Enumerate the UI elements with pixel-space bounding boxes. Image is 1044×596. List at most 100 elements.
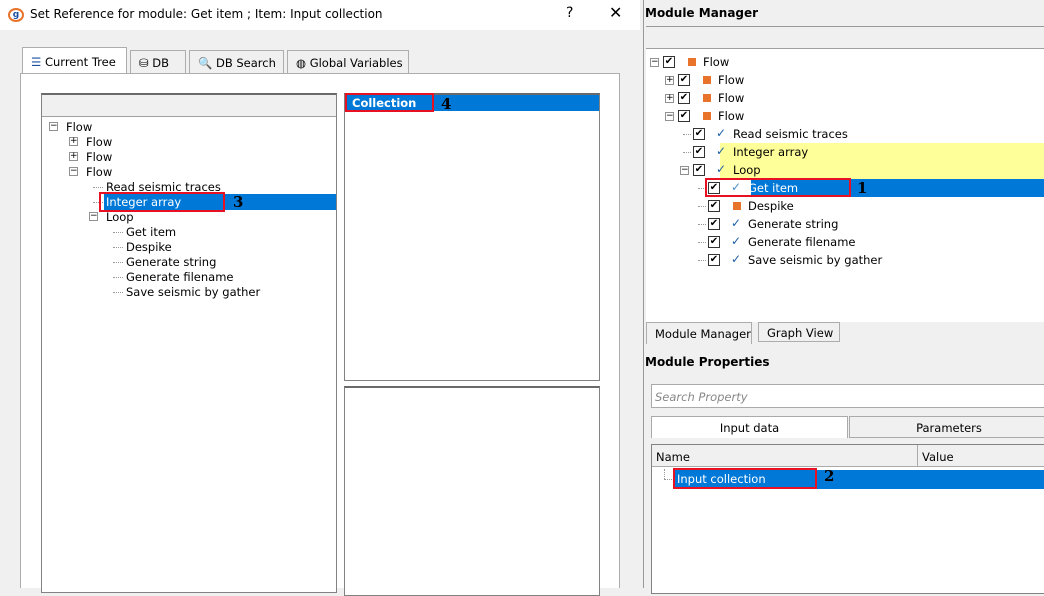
tree-item[interactable]: Flow [64,119,92,135]
module-tree-item[interactable]: Save seismic by gather [748,252,882,268]
annotation-number-1: 1 [857,179,868,197]
tab-parameters[interactable]: Parameters [849,416,1044,438]
collection-list[interactable]: Collection [344,93,600,381]
checkmark-icon: ✓ [716,144,727,158]
column-header-value[interactable]: Value [918,445,1044,467]
checkbox[interactable]: ✔ [678,110,690,122]
module-tree-item[interactable]: Flow [718,90,744,106]
module-tree-item[interactable]: Read seismic traces [733,126,848,142]
module-tree-item[interactable]: Flow [703,54,729,70]
tree-item[interactable]: Save seismic by gather [124,284,260,300]
tree-line [698,242,706,243]
tree-item[interactable]: Generate string [124,254,216,270]
search-property-input[interactable]: Search Property [651,384,1044,408]
tab-input-data[interactable]: Input data [651,416,848,438]
status-square-icon [703,112,711,120]
module-manager-title: Module Manager [645,6,759,20]
module-tree-item[interactable]: Generate filename [748,234,856,250]
tab-module-manager[interactable]: Module Manager [646,322,752,344]
checkbox[interactable]: ✔ [678,92,690,104]
status-square-icon [688,58,696,66]
tab-graph-view[interactable]: Graph View [758,322,840,342]
tree-item[interactable]: Flow [84,149,112,165]
tree-line [113,292,123,293]
checkmark-icon: ✓ [716,126,727,140]
collapse-icon[interactable]: − [650,58,659,67]
checkbox[interactable]: ✔ [708,200,720,212]
module-tree-item[interactable]: Loop [733,162,761,178]
annotation-box-1 [705,178,851,197]
tree-line [93,187,103,188]
tab-label: DB Search [215,56,276,70]
app-logo-icon: g [8,8,24,22]
status-square-icon [703,76,711,84]
checkmark-icon: ✓ [731,252,742,266]
tree-line [664,469,665,479]
module-tree-item[interactable]: Integer array [733,144,808,160]
tab-db-search[interactable]: 🔍 DB Search [189,50,284,74]
tab-label: Global Variables [309,56,403,70]
annotation-box-3 [99,192,225,212]
checkbox[interactable]: ✔ [678,74,690,86]
module-manager-panel: Module Manager − ✔ Flow + ✔ Flow + ✔ Flow − ✔ Flow ✔… [643,0,1044,594]
collapse-icon[interactable]: − [49,122,58,131]
tree-line [113,277,123,278]
annotation-number-3: 3 [233,193,244,211]
tree-header [42,95,336,117]
tree-line [113,247,123,248]
tree-item[interactable]: Get item [124,224,176,240]
annotation-box-4 [345,93,434,112]
tree-item[interactable]: Flow [84,164,112,180]
checkbox[interactable]: ✔ [708,218,720,230]
module-tree-item[interactable]: Flow [718,108,744,124]
tree-line [698,206,706,207]
checkbox[interactable]: ✔ [663,56,675,68]
row-highlight [720,161,1044,179]
tree-item[interactable]: Flow [84,134,112,150]
module-tree-item[interactable]: Generate string [748,216,838,232]
tab-global-variables[interactable]: ◍ Global Variables [287,50,409,74]
status-square-icon [703,94,711,102]
search-icon: 🔍 [198,56,213,70]
tree-item[interactable]: Despike [124,239,172,255]
properties-table: Name Value Input collection [651,444,1044,594]
database-icon: ⛁ [139,56,149,70]
tree-item[interactable]: Generate filename [124,269,234,285]
checkbox[interactable]: ✔ [708,254,720,266]
collapse-icon[interactable]: − [89,212,98,221]
tree-line [683,152,691,153]
detail-panel [344,386,600,596]
checkbox[interactable]: ✔ [693,164,705,176]
checkmark-icon: ✓ [731,216,742,230]
module-properties-title: Module Properties [645,355,770,369]
module-tree-view[interactable]: − ✔ Flow + ✔ Flow + ✔ Flow − ✔ Flow ✔ ✓ Read seismic t… [646,26,1044,322]
expand-icon[interactable]: + [69,152,78,161]
expand-icon[interactable]: + [69,137,78,146]
tree-header [646,27,1044,49]
tab-current-tree[interactable]: ☰ Current Tree [22,47,127,74]
current-tree-view[interactable]: − Flow + Flow + Flow − Flow Read seismic traces I… [41,93,337,593]
tab-label: Current Tree [44,55,116,69]
checkmark-icon: ✓ [731,234,742,248]
tree-line [698,224,706,225]
tree-line [113,232,123,233]
column-header-name[interactable]: Name [652,445,918,467]
close-button[interactable]: ✕ [609,3,622,22]
collapse-icon[interactable]: − [665,112,674,121]
help-button[interactable]: ? [566,5,573,21]
status-square-icon [733,202,741,210]
tab-db[interactable]: ⛁ DB [130,50,186,74]
checkbox[interactable]: ✔ [693,128,705,140]
expand-icon[interactable]: + [665,94,674,103]
tree-line [698,260,706,261]
expand-icon[interactable]: + [665,76,674,85]
module-tree-item[interactable]: Flow [718,72,744,88]
collapse-icon[interactable]: − [680,166,689,175]
annotation-box-2 [673,468,817,489]
checkbox[interactable]: ✔ [708,236,720,248]
dialog-title-bar: g Set Reference for module: Get item ; I… [0,0,640,30]
module-tree-item[interactable]: Despike [748,198,794,214]
checkbox[interactable]: ✔ [693,146,705,158]
annotation-number-2: 2 [824,467,835,485]
collapse-icon[interactable]: − [69,167,78,176]
